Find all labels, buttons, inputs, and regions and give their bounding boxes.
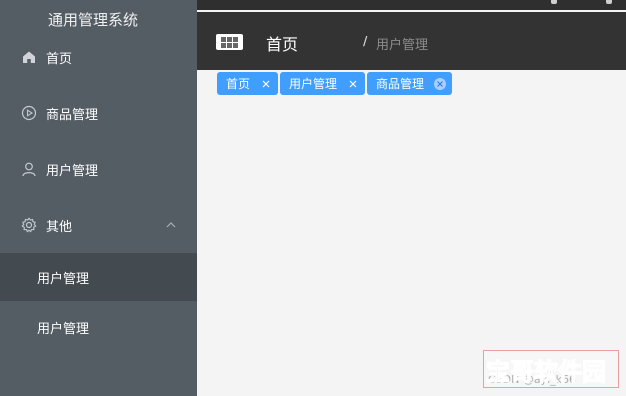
sidebar-item-label: 首页 [46,51,73,67]
sidebar-item-label: 商品管理 [46,107,99,123]
tag-label: 商品管理 [376,77,425,91]
tab-tags-bar: 首页 用户管理 商品管理 [217,72,453,95]
window-control-icon[interactable] [606,0,612,4]
tag-goods[interactable]: 商品管理 [367,72,453,95]
grid-icon [221,36,238,48]
breadcrumb-separator: / [363,34,368,48]
sidebar-item-other[interactable]: 其他 [0,203,197,247]
tag-home[interactable]: 首页 [217,72,279,95]
header: 首页 / 用户管理 [197,12,626,70]
close-icon[interactable] [347,78,359,90]
watermark-logo: CSDN @ayi_k66 宝哥软件园 [483,350,619,388]
window-control-icon[interactable] [551,0,557,4]
submenu-item-users[interactable]: 用户管理 [0,305,197,349]
sidebar-item-label: 其他 [46,219,73,235]
sidebar-item-users[interactable]: 用户管理 [0,147,197,191]
tag-label: 首页 [226,77,251,91]
video-play-icon [21,105,37,121]
home-icon [21,49,37,65]
setting-icon [21,217,37,233]
sidebar-item-goods[interactable]: 商品管理 [0,91,197,135]
sidebar: 通用管理系统 首页 商品管理 用户管理 其他 用户管理 用户管理 [0,0,197,396]
tag-label: 用户管理 [289,77,338,91]
sidebar-item-home[interactable]: 首页 [0,35,197,79]
submenu-item-label: 用户管理 [37,271,90,287]
breadcrumb-current: 用户管理 [376,38,429,53]
chevron-up-icon [166,222,176,228]
watermark-text: 宝哥软件园 [486,358,607,387]
submenu-item-label: 用户管理 [37,321,90,337]
user-icon [21,161,37,177]
close-icon[interactable] [260,78,272,90]
breadcrumb-home[interactable]: 首页 [266,31,298,55]
close-icon[interactable] [434,77,447,90]
submenu-item-users-active[interactable]: 用户管理 [0,253,197,301]
menu-toggle-button[interactable] [216,34,243,50]
app-title: 通用管理系统 [48,11,139,29]
tag-users[interactable]: 用户管理 [280,72,366,95]
sidebar-item-label: 用户管理 [46,163,99,179]
